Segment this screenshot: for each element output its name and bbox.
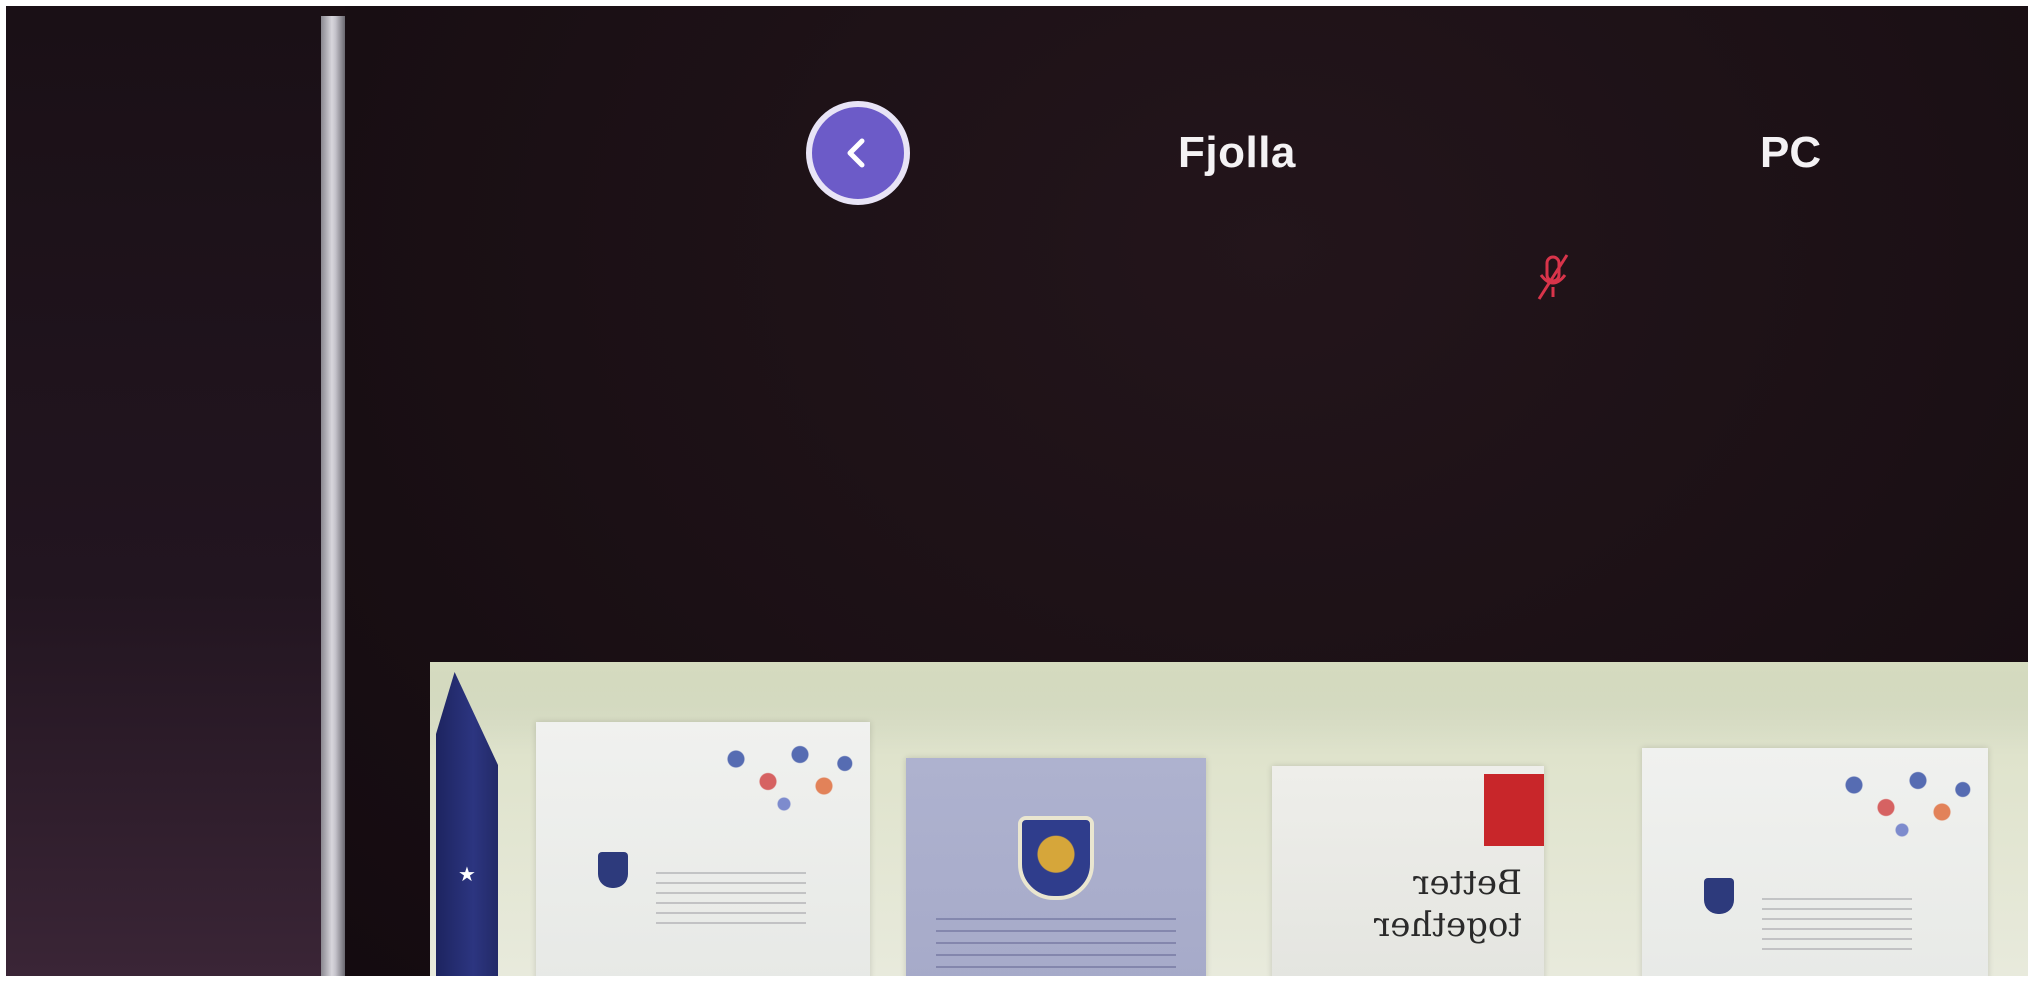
chevron-left-icon: [847, 138, 865, 168]
divider-bar: [321, 16, 345, 976]
device-label: PC: [1760, 128, 1822, 177]
banner: Better together: [1272, 766, 1544, 976]
mic-muted-icon: [1537, 254, 1569, 300]
banner-slogan: Better together: [1374, 863, 1522, 945]
banner-text-lines: [656, 872, 806, 932]
back-button[interactable]: [806, 101, 910, 205]
crest-icon: [598, 852, 628, 888]
participant-video: ★ Better together: [430, 662, 2028, 976]
banner-pattern: [1822, 758, 1982, 848]
crest-icon: [1018, 816, 1094, 900]
banner-text-lines: [936, 918, 1176, 976]
banner-text-lines: [1762, 898, 1912, 958]
photo-frame: Fjolla PC ★ Better together: [6, 6, 2028, 976]
banner: [1642, 748, 1988, 976]
star-icon: ★: [458, 862, 476, 886]
banner: [906, 758, 1206, 976]
banner: [536, 722, 870, 976]
logo-block: [1484, 774, 1544, 846]
participant-name: Fjolla: [1178, 128, 1296, 177]
crest-icon: [1704, 878, 1734, 914]
banner-pattern: [704, 732, 864, 822]
left-edge-background: [6, 6, 321, 976]
